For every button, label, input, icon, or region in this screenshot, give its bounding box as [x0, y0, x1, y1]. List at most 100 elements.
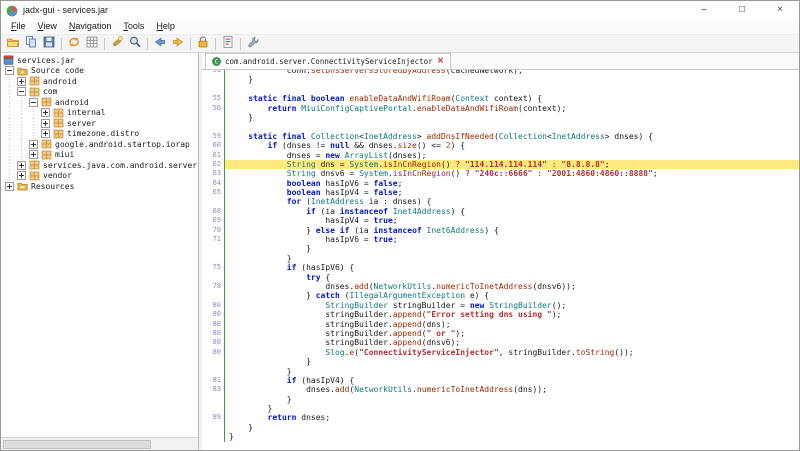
nav-forward-button[interactable] — [169, 36, 187, 52]
code-line[interactable]: for (InetAddress ia : dnses) { — [202, 197, 799, 206]
tree-item-timezone-distro[interactable]: timezone.distro — [3, 129, 198, 140]
menu-view[interactable]: View — [32, 19, 63, 34]
code-line[interactable]: } — [202, 423, 799, 432]
code-line[interactable]: } — [202, 367, 799, 376]
line-number: 75 — [202, 263, 225, 272]
tab-connectivity-service-injector[interactable]: C com.android.server.ConnectivityService… — [205, 53, 451, 69]
code-line[interactable]: } — [202, 75, 799, 84]
tree-item-android[interactable]: android — [3, 76, 198, 87]
code-line[interactable]: try { — [202, 273, 799, 282]
text-search-button[interactable] — [108, 36, 126, 52]
code-line[interactable]: 80 stringBuilder.append("Error setting d… — [202, 310, 799, 319]
expand-handle-icon[interactable] — [17, 77, 26, 86]
line-number — [202, 75, 225, 84]
tree-item-resources[interactable]: Resources — [3, 181, 198, 192]
code-line[interactable]: 70 } else if (ia instanceof Inet6Address… — [202, 226, 799, 235]
log-viewer-button[interactable] — [219, 36, 237, 52]
collapse-handle-icon[interactable] — [29, 98, 38, 107]
expand-handle-icon[interactable] — [41, 108, 50, 117]
code-line[interactable]: 80 stringBuilder.append(" or "); — [202, 329, 799, 338]
code-line[interactable]: } — [202, 404, 799, 413]
code-line[interactable]: 80 stringBuilder.append(dns); — [202, 320, 799, 329]
sync-button[interactable] — [65, 36, 83, 52]
expand-handle-icon[interactable] — [29, 150, 38, 159]
save-all-button[interactable] — [40, 36, 58, 52]
tree-item-services-java-com-android-server[interactable]: services.java.com.android.server. — [3, 160, 198, 171]
add-files-button[interactable] — [22, 36, 40, 52]
line-number: 83 — [202, 385, 225, 394]
code-line[interactable]: } — [202, 254, 799, 263]
code-line[interactable]: 61 dnses = new ArrayList(dnses); — [202, 151, 799, 160]
code-line[interactable] — [202, 85, 799, 94]
sidebar: services.jarSource codeandroidcomandroid… — [1, 53, 199, 450]
tree-item-android[interactable]: android — [3, 97, 198, 108]
code-line[interactable] — [202, 122, 799, 131]
close-button[interactable]: × — [761, 1, 799, 19]
code-line[interactable]: } — [202, 395, 799, 404]
code-line[interactable]: 56 return MiuiConfigCaptivePortal.enable… — [202, 104, 799, 113]
code-line[interactable]: 60 if (dnses != null && dnses.size() <= … — [202, 141, 799, 150]
tree-indent-guide — [15, 108, 27, 119]
collapse-handle-icon[interactable] — [17, 87, 26, 96]
code-line[interactable]: 80 StringBuilder stringBuilder = new Str… — [202, 301, 799, 310]
tree-item-services-jar[interactable]: services.jar — [3, 55, 198, 66]
code-line[interactable]: 81 if (hasIpV4) { — [202, 376, 799, 385]
tree-item-internal[interactable]: internal — [3, 108, 198, 119]
code-text: dnses.add(NetworkUtils.numericToInetAddr… — [225, 385, 799, 394]
nav-forward-icon — [171, 35, 185, 52]
menu-file[interactable]: File — [5, 19, 32, 34]
code-line[interactable]: 69 hasIpV4 = true; — [202, 216, 799, 225]
code-line[interactable]: } catch (IllegalArgumentException e) { — [202, 291, 799, 300]
code-area[interactable]: 51 conn.setDnsServersStoredByAddress(cac… — [202, 70, 799, 450]
nav-back-button[interactable] — [151, 36, 169, 52]
open-file-button[interactable] — [4, 36, 22, 52]
code-line[interactable]: 68 if (ia instanceof Inet4Address) { — [202, 207, 799, 216]
expand-handle-icon[interactable] — [5, 182, 14, 191]
code-line[interactable]: 89 return dnses; — [202, 413, 799, 422]
code-line-highlighted[interactable]: 62 String dns = System.isInCnRegion() ? … — [202, 160, 799, 169]
code-line[interactable]: 71 hasIpV6 = true; — [202, 235, 799, 244]
code-line[interactable]: 59 static final Collection<InetAddress> … — [202, 132, 799, 141]
scrollbar-thumb[interactable] — [3, 440, 151, 449]
package-icon — [53, 118, 64, 128]
tree-item-com[interactable]: com — [3, 87, 198, 98]
code-line[interactable]: 64 boolean hasIpV6 = false; — [202, 179, 799, 188]
code-line[interactable]: 80 stringBuilder.append(dnsv6); — [202, 338, 799, 347]
code-line[interactable]: 55 static final boolean enableDataAndWif… — [202, 94, 799, 103]
expand-handle-icon[interactable] — [41, 129, 50, 138]
code-line[interactable]: } — [202, 244, 799, 253]
code-line[interactable]: } — [202, 113, 799, 122]
collapse-handle-icon[interactable] — [5, 66, 14, 75]
code-text: String dns = System.isInCnRegion() ? "11… — [225, 160, 799, 169]
tree-item-google-android-startop-iorap[interactable]: google.android.startop.iorap — [3, 139, 198, 150]
code-line[interactable]: } — [202, 357, 799, 366]
code-line[interactable]: 83 dnses.add(NetworkUtils.numericToInetA… — [202, 385, 799, 394]
code-text: if (dnses != null && dnses.size() <= 2) … — [225, 141, 799, 150]
menu-navigation[interactable]: Navigation — [63, 19, 118, 34]
flat-packages-button[interactable] — [83, 36, 101, 52]
code-line[interactable]: 65 boolean hasIpV4 = false; — [202, 188, 799, 197]
expand-handle-icon[interactable] — [29, 140, 38, 149]
code-line[interactable]: 63 String dnsv6 = System.isInCnRegion() … — [202, 169, 799, 178]
tree-item-server[interactable]: server — [3, 118, 198, 129]
maximize-button[interactable]: □ — [723, 1, 761, 19]
tab-close-icon[interactable]: × — [437, 57, 445, 66]
tree-horizontal-scrollbar[interactable] — [1, 437, 198, 450]
tree-item-vendor[interactable]: vendor — [3, 171, 198, 182]
class-search-button[interactable] — [126, 36, 144, 52]
expand-handle-icon[interactable] — [17, 161, 26, 170]
code-line[interactable]: 80 Slog.e("ConnectivityServiceInjector",… — [202, 348, 799, 357]
expand-handle-icon[interactable] — [41, 119, 50, 128]
tree-item-label: android — [43, 77, 77, 86]
code-line[interactable]: 75 if (hasIpV6) { — [202, 263, 799, 272]
menu-tools[interactable]: Tools — [117, 19, 150, 34]
code-line[interactable]: } — [202, 432, 799, 441]
deobfuscation-button[interactable] — [194, 36, 212, 52]
expand-handle-icon[interactable] — [17, 171, 26, 180]
preferences-button[interactable] — [244, 36, 262, 52]
tree-item-source-code[interactable]: Source code — [3, 66, 198, 77]
minimize-button[interactable]: – — [685, 1, 723, 19]
tree-item-miui[interactable]: miui — [3, 150, 198, 161]
code-line[interactable]: 78 dnses.add(NetworkUtils.numericToInetA… — [202, 282, 799, 291]
menu-help[interactable]: Help — [150, 19, 181, 34]
